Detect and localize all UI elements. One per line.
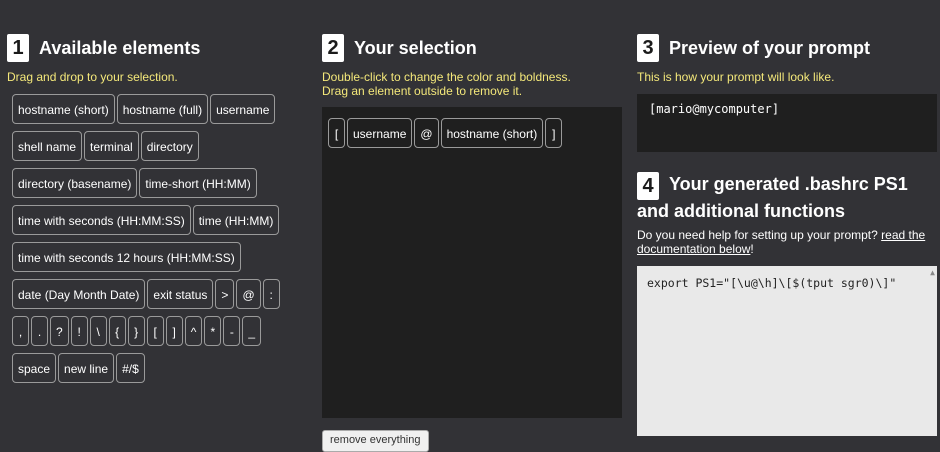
element-chip[interactable]: shell name (12, 131, 83, 161)
step-4-header: 4 Your generated .bashrc PS1 (637, 172, 937, 200)
chip-row: shell name terminal directory (12, 131, 312, 168)
step-3-header: 3 Preview of your prompt (637, 34, 870, 62)
element-chip[interactable]: { (108, 316, 126, 346)
element-chip[interactable]: ! (70, 316, 88, 346)
element-chip[interactable]: ? (50, 316, 69, 346)
element-chip[interactable]: hostname (full) (116, 94, 209, 124)
preview-panel: 3 Preview of your prompt This is how you… (637, 0, 870, 84)
chip-row: time with seconds (HH:MM:SS) time (HH:MM) (12, 205, 312, 242)
ps1-code-textarea[interactable]: ▲ export PS1="[\u@\h]\[$(tput sgr0)\]" (637, 266, 937, 436)
step-2-header: 2 Your selection (322, 34, 571, 62)
help-text-body: Do you need help for setting up your pro… (637, 228, 882, 242)
selected-chip[interactable]: hostname (short) (440, 118, 544, 148)
selected-elements-list: [username @ hostname (short)] (322, 107, 622, 155)
element-chip[interactable]: ] (165, 316, 183, 346)
element-chip[interactable]: date (Day Month Date) (12, 279, 146, 309)
element-chip[interactable]: time (HH:MM) (192, 205, 280, 235)
title-line: Your generated .bashrc PS1 (669, 174, 908, 194)
hint-line: Drag an element outside to remove it. (322, 84, 523, 98)
element-chip[interactable]: _ (242, 316, 262, 346)
step-number: 1 (7, 34, 29, 62)
available-elements-list: hostname (short) hostname (full) username s… (12, 94, 312, 390)
element-chip[interactable]: time with seconds (HH:MM:SS) (12, 205, 191, 235)
help-text-end: ! (750, 242, 754, 256)
chip-row: time with seconds 12 hours (HH:MM:SS) (12, 242, 312, 279)
element-chip[interactable]: directory (basename) (12, 168, 138, 198)
element-chip[interactable]: . (31, 316, 48, 346)
selected-chip[interactable]: username (347, 118, 413, 148)
selected-chip[interactable]: ] (545, 118, 563, 148)
chip-row: space new line #/$ (12, 353, 312, 390)
remove-everything-button[interactable]: remove everything (322, 430, 429, 452)
available-elements-panel: 1 Available elements Drag and drop to yo… (7, 0, 312, 390)
step-hint: Double-click to change the color and bol… (322, 70, 571, 98)
ps1-code: export PS1="[\u@\h]\[$(tput sgr0)\]" (647, 276, 897, 290)
step-number: 4 (637, 172, 659, 200)
element-chip[interactable]: time-short (HH:MM) (139, 168, 257, 198)
step-hint: Drag and drop to your selection. (7, 70, 178, 84)
element-chip[interactable]: : (262, 279, 280, 309)
selection-dropzone[interactable]: [username @ hostname (short)] (322, 107, 622, 418)
element-chip[interactable]: hostname (short) (12, 94, 115, 124)
title-line: and additional functions (637, 201, 845, 221)
element-chip[interactable]: username (210, 94, 276, 124)
step-1-header: 1 Available elements (7, 34, 312, 62)
element-chip[interactable]: [ (146, 316, 164, 346)
element-chip[interactable]: exit status (147, 279, 214, 309)
scroll-up-arrow-icon[interactable]: ▲ (930, 268, 935, 277)
chip-row: ,.?! \{}[] ^ * - _ (12, 316, 312, 353)
selected-chip[interactable]: [ (328, 118, 345, 148)
element-chip[interactable]: > (215, 279, 235, 309)
chip-row: hostname (short) hostname (full) username (12, 94, 312, 131)
step-title: Your generated .bashrc PS1 (669, 172, 908, 197)
chip-row: date (Day Month Date) exit status > @: (12, 279, 312, 316)
element-chip[interactable]: ^ (184, 316, 203, 346)
element-chip[interactable]: #/$ (116, 353, 145, 383)
generated-code-panel: 4 Your generated .bashrc PS1 and additio… (637, 138, 937, 256)
step-number: 2 (322, 34, 344, 62)
element-chip[interactable]: new line (58, 353, 115, 383)
selected-chip[interactable]: @ (414, 118, 439, 148)
element-chip[interactable]: terminal (84, 131, 139, 161)
step-title: Your selection (354, 37, 477, 58)
element-chip[interactable]: time with seconds 12 hours (HH:MM:SS) (12, 242, 241, 272)
element-chip[interactable]: , (12, 316, 29, 346)
step-number: 3 (637, 34, 659, 62)
element-chip[interactable]: } (127, 316, 145, 346)
element-chip[interactable]: directory (140, 131, 199, 161)
step-title: Available elements (39, 37, 201, 58)
element-chip[interactable]: space (12, 353, 57, 383)
element-chip[interactable]: \ (89, 316, 107, 346)
element-chip[interactable]: - (223, 316, 241, 346)
step-title: Preview of your prompt (669, 37, 871, 58)
chip-row: directory (basename) time-short (HH:MM) (12, 168, 312, 205)
selection-panel: 2 Your selection Double-click to change … (322, 0, 571, 98)
hint-line: Double-click to change the color and bol… (322, 70, 571, 84)
help-text: Do you need help for setting up your pro… (637, 228, 937, 256)
step-hint: This is how your prompt will look like. (637, 70, 835, 84)
element-chip[interactable]: * (204, 316, 222, 346)
element-chip[interactable]: @ (236, 279, 261, 309)
